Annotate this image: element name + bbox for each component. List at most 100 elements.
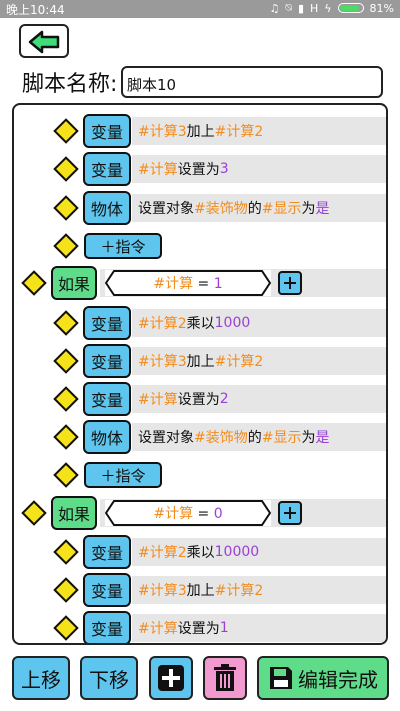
drop-target-diamond[interactable] <box>53 577 79 603</box>
condition-token: #计算 <box>153 276 194 292</box>
move-down-button[interactable]: 下移 <box>80 656 138 700</box>
command-token: 设置为 <box>177 621 220 637</box>
command-token: 为 <box>301 201 316 217</box>
command-tag[interactable]: 变量 <box>83 152 131 186</box>
headphones-icon: ♫ <box>269 1 280 15</box>
back-arrow-icon <box>28 30 60 54</box>
command-token: 的 <box>247 201 262 217</box>
alarm-off-icon: ⍉ <box>285 1 292 14</box>
status-time: 晚上10:44 <box>6 3 65 17</box>
done-button-label: 编辑完成 <box>298 667 378 692</box>
battery-icon <box>337 3 364 13</box>
if-block-tag[interactable]: 如果 <box>51 496 97 530</box>
command-text[interactable]: 设置对象 #装饰物的 #显示为是 <box>132 423 386 451</box>
drop-target-diamond[interactable] <box>53 310 79 336</box>
drop-target-diamond[interactable] <box>53 195 79 221</box>
drop-target-diamond[interactable] <box>53 386 79 412</box>
command-token: #装饰物 <box>194 430 248 446</box>
plus-icon <box>158 665 184 691</box>
if-condition[interactable]: #计算 = 1 <box>105 270 271 296</box>
condition-token: = <box>193 506 214 522</box>
condition-token: = <box>193 276 214 292</box>
drop-target-diamond[interactable] <box>53 539 79 565</box>
command-token: 设置为 <box>177 392 220 408</box>
drop-target-diamond[interactable] <box>53 118 79 144</box>
command-token: #计算3 <box>138 124 187 140</box>
command-tag[interactable]: 变量 <box>83 573 131 607</box>
command-text[interactable]: #计算3 加上 #计算2 <box>132 117 386 145</box>
status-icons: ♫ ⍉ ▮ H ϟ 81% <box>269 1 394 15</box>
add-command-button[interactable]: ＋指令 <box>84 462 162 488</box>
script-name-label: 脚本名称: <box>22 72 118 97</box>
command-tag[interactable]: 物体 <box>83 191 131 225</box>
command-token: 10000 <box>214 544 260 560</box>
command-text[interactable]: #计算 设置为 3 <box>132 155 386 183</box>
command-token: #计算2 <box>214 583 264 599</box>
command-text[interactable]: #计算 设置为 1 <box>132 614 386 642</box>
command-tag[interactable]: 变量 <box>83 382 131 416</box>
command-token: #显示 <box>261 201 302 217</box>
plus-icon: ＋ <box>100 237 116 256</box>
command-token: #计算3 <box>138 354 187 370</box>
command-token: #计算2 <box>214 124 264 140</box>
command-token: #计算3 <box>138 583 187 599</box>
command-token: 2 <box>219 391 229 407</box>
if-condition[interactable]: #计算 = 0 <box>105 500 271 526</box>
command-token: 乘以 <box>186 316 215 332</box>
command-token: #计算2 <box>214 354 264 370</box>
drop-target-diamond[interactable] <box>53 348 79 374</box>
command-token: 是 <box>315 201 330 217</box>
drop-target-diamond[interactable] <box>53 156 79 182</box>
command-tag[interactable]: 物体 <box>83 420 131 454</box>
condition-token: 0 <box>213 506 223 522</box>
command-token: 乘以 <box>186 545 215 561</box>
battery-percent: 81% <box>369 1 394 15</box>
command-token: 加上 <box>186 124 215 140</box>
command-tag[interactable]: 变量 <box>83 344 131 378</box>
command-token: 设置对象 <box>138 201 194 217</box>
add-condition-button[interactable] <box>278 501 302 525</box>
command-token: #计算 <box>138 392 178 408</box>
drop-target-diamond[interactable] <box>53 424 79 450</box>
command-tag[interactable]: 变量 <box>83 306 131 340</box>
status-bar: 晚上10:44 ♫ ⍉ ▮ H ϟ 81% <box>0 0 400 18</box>
command-text[interactable]: 设置对象 #装饰物的 #显示为是 <box>132 194 386 222</box>
done-button[interactable]: 编辑完成 <box>257 656 389 700</box>
back-button[interactable] <box>19 24 69 58</box>
charging-icon: ϟ <box>324 1 332 15</box>
add-command-label: 指令 <box>115 466 146 485</box>
command-text[interactable]: #计算3 加上 #计算2 <box>132 576 386 604</box>
script-editor[interactable]: #计算3 加上 #计算2 变量 #计算 设置为 3 变量 设置对象 #装饰物的 #显示为是物… <box>12 103 388 645</box>
add-condition-button[interactable] <box>278 271 302 295</box>
command-token: #计算2 <box>138 545 187 561</box>
command-token: 设置对象 <box>138 430 194 446</box>
condition-token: #计算 <box>153 506 194 522</box>
delete-button[interactable] <box>203 656 247 700</box>
drop-target-diamond[interactable] <box>53 233 79 259</box>
command-token: 3 <box>219 161 229 177</box>
if-block-tag[interactable]: 如果 <box>51 266 97 300</box>
add-command-button[interactable]: ＋指令 <box>84 233 162 259</box>
script-name-input[interactable]: 脚本10 <box>121 66 383 98</box>
move-up-button[interactable]: 上移 <box>12 656 70 700</box>
plus-icon: ＋ <box>100 466 116 485</box>
drop-target-diamond[interactable] <box>21 270 47 296</box>
command-tag[interactable]: 变量 <box>83 114 131 148</box>
command-text[interactable]: #计算2 乘以 1000 <box>132 309 386 337</box>
command-token: #显示 <box>261 430 302 446</box>
add-button[interactable] <box>149 656 193 700</box>
command-token: 1 <box>219 620 229 636</box>
drop-target-diamond[interactable] <box>21 500 47 526</box>
command-token: 是 <box>315 430 330 446</box>
command-text[interactable]: #计算3 加上 #计算2 <box>132 347 386 375</box>
command-token: #装饰物 <box>194 201 248 217</box>
network-type: H <box>310 1 319 15</box>
command-text[interactable]: #计算2 乘以 10000 <box>132 538 386 566</box>
drop-target-diamond[interactable] <box>53 462 79 488</box>
command-text[interactable]: #计算 设置为 2 <box>132 385 386 413</box>
command-token: #计算 <box>138 621 178 637</box>
drop-target-diamond[interactable] <box>53 615 79 641</box>
trash-icon <box>214 664 236 691</box>
command-tag[interactable]: 变量 <box>83 611 131 643</box>
command-tag[interactable]: 变量 <box>83 535 131 569</box>
